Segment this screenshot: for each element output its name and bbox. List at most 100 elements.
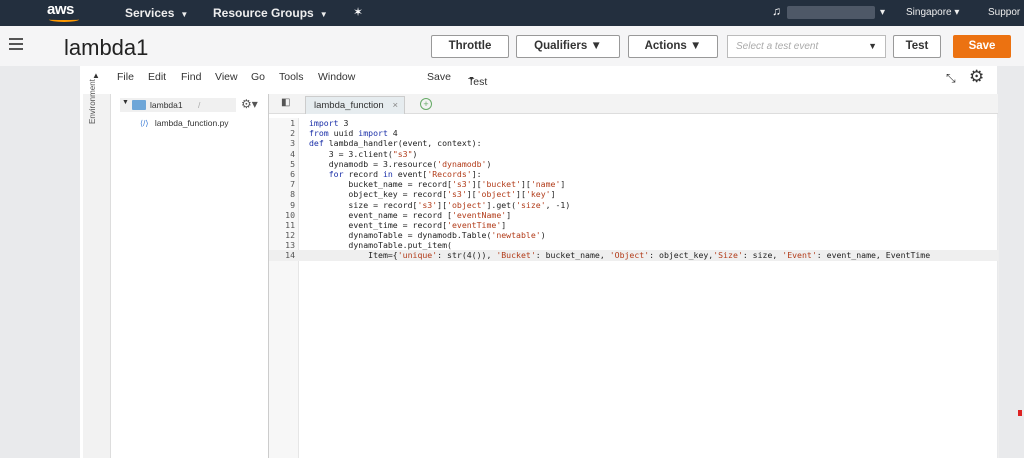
line-number: 10 [285, 209, 295, 220]
code-line[interactable]: 3 def lambda_handler(event, context): [269, 138, 998, 148]
menu-go[interactable]: Go [251, 71, 265, 83]
code-text: dynamoTable = dynamodb.Table('newtable') [309, 230, 546, 241]
code-text: dynamodb = 3.resource('dynamodb') [309, 158, 492, 169]
line-number: 11 [285, 219, 295, 230]
code-line[interactable]: 14 Item={'unique': str(4()), 'Bucket': b… [269, 250, 998, 261]
code-content[interactable]: 1 import 3 2 from uuid import 4 3 def lambda_… [269, 118, 998, 318]
environment-label: Environment [88, 79, 97, 124]
add-tab-icon[interactable]: + [420, 98, 432, 110]
code-text: Item={'unique': str(4()), 'Bucket': buck… [309, 250, 931, 261]
line-number: 3 [290, 138, 295, 149]
gear-icon[interactable]: ⚙▾ [241, 97, 258, 111]
code-line[interactable]: 8 object_key = record['s3']['object']['k… [269, 189, 998, 199]
print-margin [998, 118, 999, 458]
chevron-down-icon: ▼ [468, 76, 475, 83]
line-number: 9 [290, 199, 295, 210]
account-menu[interactable] [787, 6, 875, 19]
test-button[interactable]: Test [893, 35, 941, 58]
top-nav: aws Services ▼ Resource Groups ▼ ✶ ♫ ▾ Sin… [0, 0, 1024, 26]
account-caret[interactable]: ▾ [880, 7, 885, 18]
code-text: from uuid import 4 [309, 128, 398, 139]
folder-icon [132, 100, 146, 110]
support-menu[interactable]: Suppor [988, 7, 1020, 18]
code-editor-panel: ▲ File Edit Find View Go Tools Window Sa… [80, 66, 999, 458]
code-line[interactable]: 2 from uuid import 4 [269, 128, 998, 138]
code-line[interactable]: 6 for record in event['Records']: [269, 169, 998, 179]
qualifiers-label: Qualifiers [534, 40, 588, 52]
menu-tools[interactable]: Tools [279, 71, 304, 83]
environment-tab[interactable]: Environment [83, 79, 111, 458]
ide-menubar: ▲ File Edit Find View Go Tools Window Sa… [80, 66, 997, 90]
line-number: 5 [290, 158, 295, 169]
folder-row[interactable]: ▼ lambda1 / [120, 98, 236, 112]
editor-area[interactable]: ◧ lambda_function × + 1 import 3 2 from uui… [268, 94, 999, 458]
code-text: 3 = 3.client("s3") [309, 148, 418, 159]
chevron-down-icon: ▼ [180, 10, 189, 19]
menu-window[interactable]: Window [318, 71, 355, 83]
menu-file[interactable]: File [117, 71, 134, 83]
close-icon[interactable]: × [392, 97, 398, 114]
actions-button[interactable]: Actions ▼ [628, 35, 718, 58]
test-event-placeholder: Select a test event [736, 41, 819, 52]
function-header: lambda1 Throttle Qualifiers ▼ Actions ▼ … [0, 26, 1024, 66]
file-row[interactable]: ⟨/⟩ lambda_function.py [140, 118, 229, 128]
menu-view[interactable]: View [215, 71, 238, 83]
chevron-down-icon: ▼ [319, 10, 328, 19]
file-tree: ▼ lambda1 / ⚙▾ ⟨/⟩ lambda_function.py [112, 94, 267, 458]
line-number: 1 [290, 118, 295, 128]
resource-groups-menu[interactable]: Resource Groups ▼ [213, 6, 328, 20]
page-title: lambda1 [64, 35, 149, 60]
services-menu[interactable]: Services ▼ [125, 6, 188, 20]
services-label: Services [125, 6, 175, 20]
code-line[interactable]: 4 3 = 3.client("s3") [269, 149, 998, 159]
code-line[interactable]: 5 dynamodb = 3.resource('dynamodb') [269, 159, 998, 169]
folder-suffix: / [198, 100, 201, 110]
actions-label: Actions [644, 40, 687, 52]
line-number: 13 [285, 240, 295, 251]
panel-icon[interactable]: ◧ [281, 97, 290, 108]
bell-icon[interactable]: ♫ [772, 4, 781, 18]
line-number: 7 [290, 179, 295, 190]
code-line[interactable]: 13 dynamoTable.put_item( [269, 240, 998, 250]
region-menu[interactable]: Singapore ▾ [906, 7, 959, 18]
code-text: bucket_name = record['s3']['bucket']['na… [309, 179, 566, 190]
chevron-down-icon: ▼ [689, 40, 702, 52]
test-event-select[interactable]: Select a test event ▼ [727, 35, 886, 58]
code-line[interactable]: 9 size = record['s3']['object'].get('siz… [269, 200, 998, 210]
ide-save[interactable]: Save [427, 71, 451, 83]
region-label: Singapore [906, 7, 952, 18]
caret-down-icon: ▼ [122, 99, 129, 106]
chevron-down-icon: ▼ [590, 40, 602, 52]
aws-logo[interactable]: aws [47, 1, 74, 18]
line-number: 8 [290, 189, 295, 200]
code-line[interactable]: 7 bucket_name = record['s3']['bucket']['… [269, 179, 998, 189]
folder-name: lambda1 [150, 100, 183, 110]
code-text: size = record['s3']['object'].get('size'… [309, 199, 571, 210]
menu-find[interactable]: Find [181, 71, 201, 83]
menu-edit[interactable]: Edit [148, 71, 166, 83]
throttle-button[interactable]: Throttle [431, 35, 509, 58]
file-icon: ⟨/⟩ [140, 119, 149, 128]
line-number: 14 [285, 250, 295, 261]
code-text: event_name = record ['eventName'] [309, 209, 512, 220]
code-line[interactable]: 11 event_time = record['eventTime'] [269, 220, 998, 230]
qualifiers-button[interactable]: Qualifiers ▼ [516, 35, 620, 58]
pin-icon[interactable]: ✶ [353, 5, 363, 19]
line-number: 4 [290, 148, 295, 159]
hamburger-icon[interactable] [9, 38, 23, 53]
code-line[interactable]: 12 dynamoTable = dynamodb.Table('newtabl… [269, 230, 998, 240]
tab-lambda-function[interactable]: lambda_function × [305, 96, 405, 114]
line-number: 12 [285, 230, 295, 241]
save-button[interactable]: Save [953, 35, 1011, 58]
code-line[interactable]: 10 event_name = record ['eventName'] [269, 210, 998, 220]
resource-groups-label: Resource Groups [213, 6, 314, 20]
code-text: event_time = record['eventTime'] [309, 219, 507, 230]
code-text: dynamoTable.put_item( [309, 240, 452, 251]
tab-label: lambda_function [314, 100, 384, 111]
chevron-down-icon: ▼ [868, 41, 877, 51]
cursor-mark [1018, 410, 1022, 416]
code-line[interactable]: 1 import 3 [269, 118, 998, 128]
fullscreen-icon[interactable]: ⤡ [946, 71, 956, 86]
code-text: for record in event['Records']: [328, 168, 482, 179]
gear-icon[interactable]: ⚙ [969, 67, 984, 87]
